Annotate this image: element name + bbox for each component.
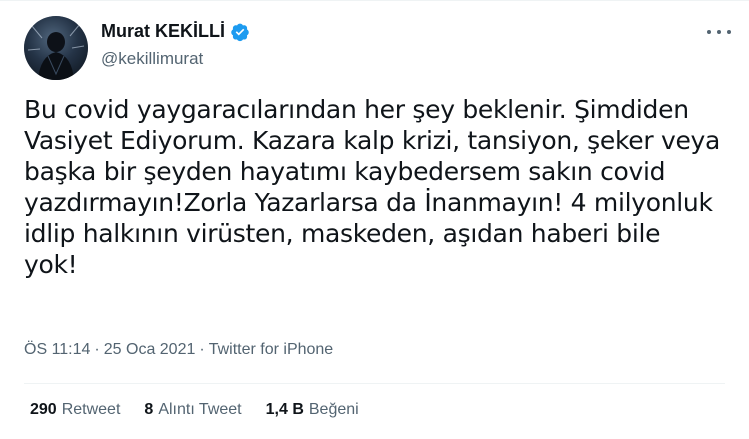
retweets-label: Retweet <box>61 401 121 418</box>
tweet-card: Murat KEKİLLİ @kekillimurat Bu covid yay… <box>0 0 749 439</box>
likes-stat[interactable]: 1,4 B Beğeni <box>266 401 359 419</box>
tweet-meta: ÖS 11:14 · 25 Oca 2021 · Twitter for iPh… <box>24 341 333 359</box>
avatar[interactable] <box>24 16 88 80</box>
likes-count: 1,4 B <box>265 401 304 418</box>
tweet-text: Bu covid yaygaracılarından her şey bekle… <box>24 95 721 279</box>
divider <box>24 383 725 384</box>
more-dot <box>717 30 721 34</box>
retweets-stat[interactable]: 290 Retweet <box>30 401 120 419</box>
quotes-label: Alıntı Tweet <box>158 401 242 418</box>
quotes-stat[interactable]: 8 Alıntı Tweet <box>144 401 241 419</box>
more-dot <box>727 30 731 34</box>
tweet-date[interactable]: 25 Oca 2021 <box>104 341 196 359</box>
author-handle[interactable]: @kekillimurat <box>101 49 203 69</box>
meta-separator: · <box>94 341 100 358</box>
author-display-name[interactable]: Murat KEKİLLİ <box>101 21 225 42</box>
tweet-source[interactable]: Twitter for iPhone <box>209 341 334 359</box>
author-name-row: Murat KEKİLLİ <box>101 21 250 42</box>
likes-label: Beğeni <box>308 401 359 418</box>
quotes-count: 8 <box>144 401 154 418</box>
tweet-time[interactable]: ÖS 11:14 <box>24 341 90 359</box>
more-options-icon[interactable] <box>707 25 731 39</box>
tweet-stats: 290 Retweet 8 Alıntı Tweet 1,4 B Beğeni <box>30 401 359 419</box>
verified-badge-icon <box>230 22 250 42</box>
meta-separator: · <box>199 341 205 358</box>
more-dot <box>707 30 711 34</box>
retweets-count: 290 <box>30 401 57 418</box>
